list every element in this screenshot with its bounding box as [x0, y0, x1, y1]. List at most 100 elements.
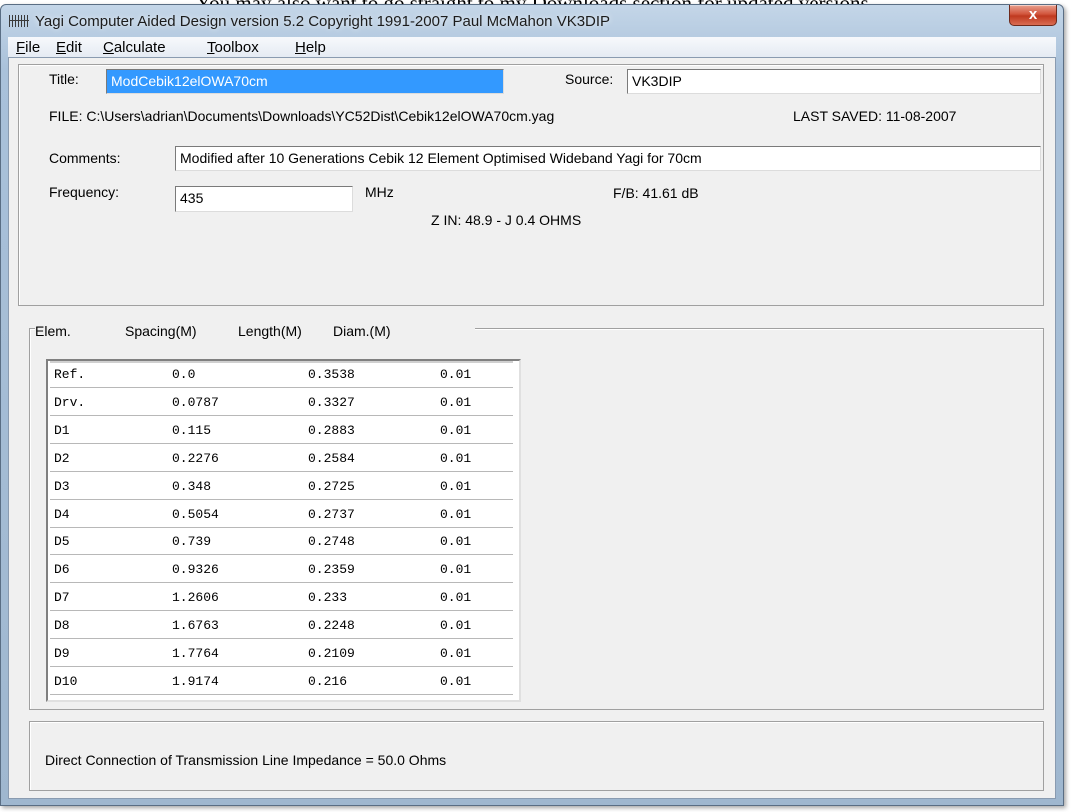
- menu-label-rest: ile: [25, 39, 41, 56]
- header-diameter: Diam.(M): [333, 323, 391, 339]
- header-length: Length(M): [238, 323, 302, 339]
- menu-edit[interactable]: Edit: [56, 39, 82, 56]
- cell-element[interactable]: D5: [54, 530, 70, 554]
- comments-value: Modified after 10 Generations Cebik 12 E…: [180, 150, 702, 166]
- comments-input[interactable]: Modified after 10 Generations Cebik 12 E…: [175, 146, 1041, 171]
- cell-length[interactable]: 0.2109: [308, 642, 355, 666]
- frequency-unit: MHz: [365, 184, 394, 200]
- table-row[interactable]: D10 1.9174 0.216 0.01: [50, 670, 513, 695]
- connection-impedance-text: Direct Connection of Transmission Line I…: [45, 752, 447, 768]
- table-row[interactable]: Ref. 0.0 0.3538 0.01: [50, 363, 513, 388]
- cell-element[interactable]: D9: [54, 642, 70, 666]
- cell-spacing[interactable]: 1.9174: [172, 670, 219, 694]
- cell-length[interactable]: 0.216: [308, 670, 347, 694]
- table-row[interactable]: D4 0.5054 0.2737 0.01: [50, 503, 513, 528]
- cell-length[interactable]: 0.2248: [308, 614, 355, 638]
- cell-length[interactable]: 0.233: [308, 586, 347, 610]
- antenna-grid-icon: [9, 14, 29, 28]
- cell-element[interactable]: D2: [54, 447, 70, 471]
- cell-element[interactable]: Ref.: [54, 363, 85, 387]
- cell-diameter[interactable]: 0.01: [440, 503, 471, 527]
- front-to-back-ratio: F/B: 41.61 dB: [613, 185, 699, 201]
- cell-length[interactable]: 0.3538: [308, 363, 355, 387]
- cell-length[interactable]: 0.2584: [308, 447, 355, 471]
- menu-accelerator: H: [295, 39, 306, 56]
- cell-element[interactable]: D3: [54, 475, 70, 499]
- menu-label-rest: alculate: [113, 39, 166, 56]
- cell-spacing[interactable]: 1.6763: [172, 614, 219, 638]
- cell-length[interactable]: 0.2359: [308, 558, 355, 582]
- menu-accelerator: E: [56, 39, 67, 56]
- cell-spacing[interactable]: 0.5054: [172, 503, 219, 527]
- table-row[interactable]: D7 1.2606 0.233 0.01: [50, 586, 513, 612]
- title-input[interactable]: ModCebik12elOWA70cm: [106, 69, 504, 94]
- cell-length[interactable]: 0.2725: [308, 475, 355, 499]
- cell-length[interactable]: 0.2737: [308, 503, 355, 527]
- header-spacing: Spacing(M): [125, 323, 197, 339]
- source-value: VK3DIP: [632, 73, 682, 89]
- cell-diameter[interactable]: 0.01: [440, 475, 471, 499]
- cell-spacing[interactable]: 0.115: [172, 419, 211, 443]
- cell-element[interactable]: Drv.: [54, 391, 85, 415]
- frequency-value: 435: [180, 190, 204, 206]
- cell-diameter[interactable]: 0.01: [440, 614, 471, 638]
- table-row[interactable]: D3 0.348 0.2725 0.01: [50, 475, 513, 500]
- window-title: Yagi Computer Aided Design version 5.2 C…: [35, 13, 611, 30]
- frequency-input[interactable]: 435: [175, 186, 353, 212]
- cell-length[interactable]: 0.3327: [308, 391, 355, 415]
- cell-diameter[interactable]: 0.01: [440, 447, 471, 471]
- cell-spacing[interactable]: 0.0787: [172, 391, 219, 415]
- cell-diameter[interactable]: 0.01: [440, 670, 471, 694]
- menu-accelerator: F: [16, 39, 26, 56]
- cell-length[interactable]: 0.2883: [308, 419, 355, 443]
- cell-element[interactable]: D1: [54, 419, 70, 443]
- table-row[interactable]: D6 0.9326 0.2359 0.01: [50, 558, 513, 584]
- menu-label-rest: dit: [66, 39, 82, 56]
- cell-diameter[interactable]: 0.01: [440, 558, 471, 582]
- title-label: Title:: [49, 71, 79, 87]
- cell-spacing[interactable]: 1.2606: [172, 586, 219, 610]
- table-row[interactable]: D2 0.2276 0.2584 0.01: [50, 447, 513, 472]
- header-elem: Elem.: [35, 323, 71, 339]
- app-window: Yagi Computer Aided Design version 5.2 C…: [0, 4, 1064, 806]
- cell-element[interactable]: D10: [54, 670, 77, 694]
- title-value: ModCebik12elOWA70cm: [111, 73, 268, 89]
- menu-label-rest: elp: [305, 39, 326, 56]
- title-bar[interactable]: Yagi Computer Aided Design version 5.2 C…: [1, 5, 1063, 37]
- cell-spacing[interactable]: 0.9326: [172, 558, 219, 582]
- menu-accelerator: T: [207, 39, 215, 56]
- cell-element[interactable]: D4: [54, 503, 70, 527]
- cell-diameter[interactable]: 0.01: [440, 391, 471, 415]
- table-row[interactable]: D8 1.6763 0.2248 0.01: [50, 614, 513, 640]
- cell-spacing[interactable]: 0.739: [172, 530, 211, 554]
- elements-table[interactable]: Ref. 0.0 0.3538 0.01 Drv. 0.0787 0.3327 0.01 D1 0…: [46, 359, 521, 702]
- cell-diameter[interactable]: 0.01: [440, 642, 471, 666]
- cell-spacing[interactable]: 0.2276: [172, 447, 219, 471]
- table-row[interactable]: Drv. 0.0787 0.3327 0.01: [50, 391, 513, 416]
- cell-spacing[interactable]: 0.348: [172, 475, 211, 499]
- menu-file[interactable]: File: [16, 39, 40, 56]
- cell-diameter[interactable]: 0.01: [440, 586, 471, 610]
- last-saved: LAST SAVED: 11-08-2007: [793, 108, 957, 124]
- cell-element[interactable]: D8: [54, 614, 70, 638]
- cell-element[interactable]: D6: [54, 558, 70, 582]
- menu-label-rest: oolbox: [214, 39, 259, 56]
- cell-element[interactable]: D7: [54, 586, 70, 610]
- menu-help[interactable]: Help: [295, 39, 326, 56]
- cell-diameter[interactable]: 0.01: [440, 363, 471, 387]
- menu-calculate[interactable]: Calculate: [103, 39, 166, 56]
- elements-header: Elem. Spacing(M) Length(M) Diam.(M): [35, 323, 475, 341]
- close-icon: x: [1028, 6, 1038, 23]
- table-row[interactable]: D1 0.115 0.2883 0.01: [50, 419, 513, 444]
- cell-spacing[interactable]: 1.7764: [172, 642, 219, 666]
- cell-length[interactable]: 0.2748: [308, 530, 355, 554]
- cell-diameter[interactable]: 0.01: [440, 419, 471, 443]
- table-row[interactable]: D9 1.7764 0.2109 0.01: [50, 642, 513, 667]
- input-impedance: Z IN: 48.9 - J 0.4 OHMS: [431, 212, 582, 228]
- cell-spacing[interactable]: 0.0: [172, 363, 195, 387]
- cell-diameter[interactable]: 0.01: [440, 530, 471, 554]
- close-button[interactable]: x: [1009, 5, 1057, 26]
- menu-toolbox[interactable]: Toolbox: [207, 39, 259, 56]
- table-row[interactable]: D5 0.739 0.2748 0.01: [50, 530, 513, 556]
- source-input[interactable]: VK3DIP: [627, 69, 1041, 94]
